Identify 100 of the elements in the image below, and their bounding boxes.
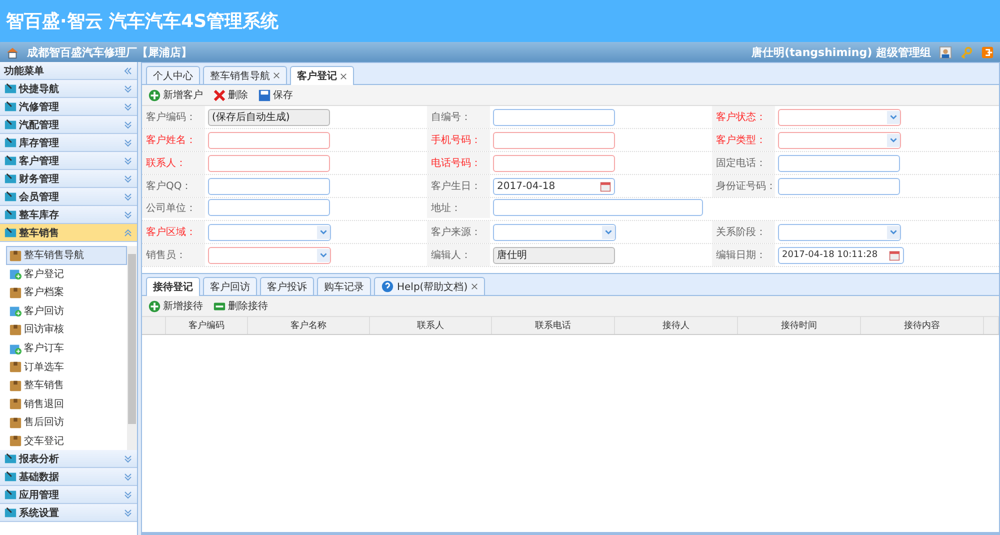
add-bag-icon [9,304,22,318]
menu-section[interactable]: 汽修管理 [0,98,137,116]
delete-icon [213,88,226,102]
package-icon [9,286,22,299]
input-field[interactable] [493,132,615,148]
menu-section[interactable]: 整车销售 [0,224,137,242]
tab[interactable]: 整车销售导航 [203,66,287,84]
toolbar-button[interactable]: 删除 [211,87,250,103]
field-label: 联系人： [142,152,205,174]
user-card-icon[interactable] [939,46,952,58]
dropdown-field[interactable] [208,224,331,240]
package-icon [9,434,22,448]
dropdown-field[interactable] [778,108,901,126]
menu-section[interactable]: 汽配管理 [0,116,137,134]
add-icon [148,88,161,102]
chevron-down-icon [123,174,133,184]
date-field[interactable]: 2017-04-18 10:11:28 [778,246,904,264]
dropdown-field[interactable] [493,224,616,240]
tab[interactable]: 客户投诉 [260,277,314,295]
column-header[interactable]: 接待内容 [861,317,984,334]
input-field[interactable] [778,178,900,194]
chevron-down-icon [123,102,133,112]
chevron-down-icon [123,472,133,482]
input-field[interactable] [493,199,703,216]
menu-item[interactable]: 整车销售导航 [6,246,127,265]
tab[interactable]: 客户登记 [290,66,354,85]
date-field[interactable]: 2017-04-18 [493,178,615,194]
menu-section[interactable]: 财务管理 [0,170,137,188]
close-icon[interactable] [340,72,347,80]
input-field[interactable] [493,108,615,126]
menu-section[interactable]: 快捷导航 [0,80,137,98]
menu-item[interactable]: 销售退回 [6,394,127,413]
chevron-up-icon [123,228,133,238]
tab[interactable]: 购车记录 [317,277,371,295]
menu-section[interactable]: 系统设置 [0,504,137,522]
toolbar-button[interactable]: 新增接待 [146,298,205,314]
input-field[interactable] [208,178,330,194]
user-name: 唐仕明(tangshiming) 超级管理组 [752,44,931,60]
field-label: 客户来源： [427,221,490,243]
menu-section[interactable]: 库存管理 [0,134,137,152]
menu-item[interactable]: 整车销售 [6,376,127,394]
collapse-icon[interactable] [123,66,133,76]
column-header[interactable]: 客户编码 [166,317,248,334]
logout-icon[interactable] [981,46,994,58]
menu-section[interactable]: 报表分析 [0,450,137,468]
menu-item[interactable]: 客户档案 [6,283,127,302]
menu-item[interactable]: 客户订车 [6,338,127,358]
branch-name: 成都智百盛汽车修理厂【犀浦店】 [27,44,193,60]
input-field[interactable] [493,154,615,172]
menu-section[interactable]: 基础数据 [0,468,137,486]
menu-section[interactable]: 会员管理 [0,188,137,206]
chevron-down-icon [123,156,133,166]
menu-item[interactable]: 订单选车 [6,357,127,376]
column-header[interactable]: 客户名称 [248,317,370,334]
dropdown-field[interactable] [778,224,901,240]
dropdown-field[interactable] [208,246,331,264]
folder-icon [4,452,17,465]
menu-section[interactable]: 整车库存 [0,206,137,224]
folder-icon [4,118,17,131]
chevron-down-icon [123,210,133,220]
field-label: 客户姓名： [142,129,205,151]
scrollbar[interactable] [127,246,137,450]
field-label: 关系阶段： [712,221,775,243]
chevron-down-icon [123,454,133,464]
field-label: 身份证号码： [712,175,775,197]
field-label: 自编号： [427,106,490,128]
package-icon [9,378,22,392]
toolbar-button[interactable]: 删除接待 [211,298,270,314]
close-icon[interactable] [470,283,478,290]
readonly-field: (保存后自动生成) [208,108,330,126]
input-field[interactable] [208,199,330,216]
column-header[interactable]: 接待时间 [738,317,861,334]
menu-item[interactable]: 交车登记 [6,431,127,450]
folder-icon [4,154,17,167]
field-label: 编辑日期： [712,244,775,266]
menu-section[interactable]: 应用管理 [0,486,137,504]
input-field[interactable] [208,132,330,148]
key-icon[interactable] [960,46,973,58]
tab[interactable]: 接待登记 [146,277,200,296]
toolbar-button[interactable]: 新增客户 [146,87,205,103]
toolbar-button[interactable]: 保存 [256,87,295,103]
close-icon[interactable] [273,72,280,79]
tab[interactable]: 个人中心 [146,66,200,84]
menu-item[interactable]: 回访审核 [6,320,127,339]
menu-item[interactable]: 客户回访 [6,302,127,320]
tab[interactable]: 客户回访 [203,277,257,295]
input-field[interactable] [778,154,900,172]
calendar-icon[interactable] [889,250,900,260]
menu-item[interactable]: 售后回访 [6,412,127,432]
chevron-down-icon [123,490,133,500]
dropdown-field[interactable] [778,132,901,148]
tab[interactable]: Help(帮助文档) [374,277,485,295]
column-header[interactable]: 接待人 [615,317,738,334]
calendar-icon[interactable] [600,180,611,192]
field-label: 地址： [427,198,490,218]
menu-item[interactable]: 客户登记 [6,264,127,284]
menu-section[interactable]: 客户管理 [0,152,137,170]
column-header[interactable]: 联系人 [370,317,492,334]
column-header[interactable]: 联系电话 [492,317,615,334]
input-field[interactable] [208,154,330,172]
